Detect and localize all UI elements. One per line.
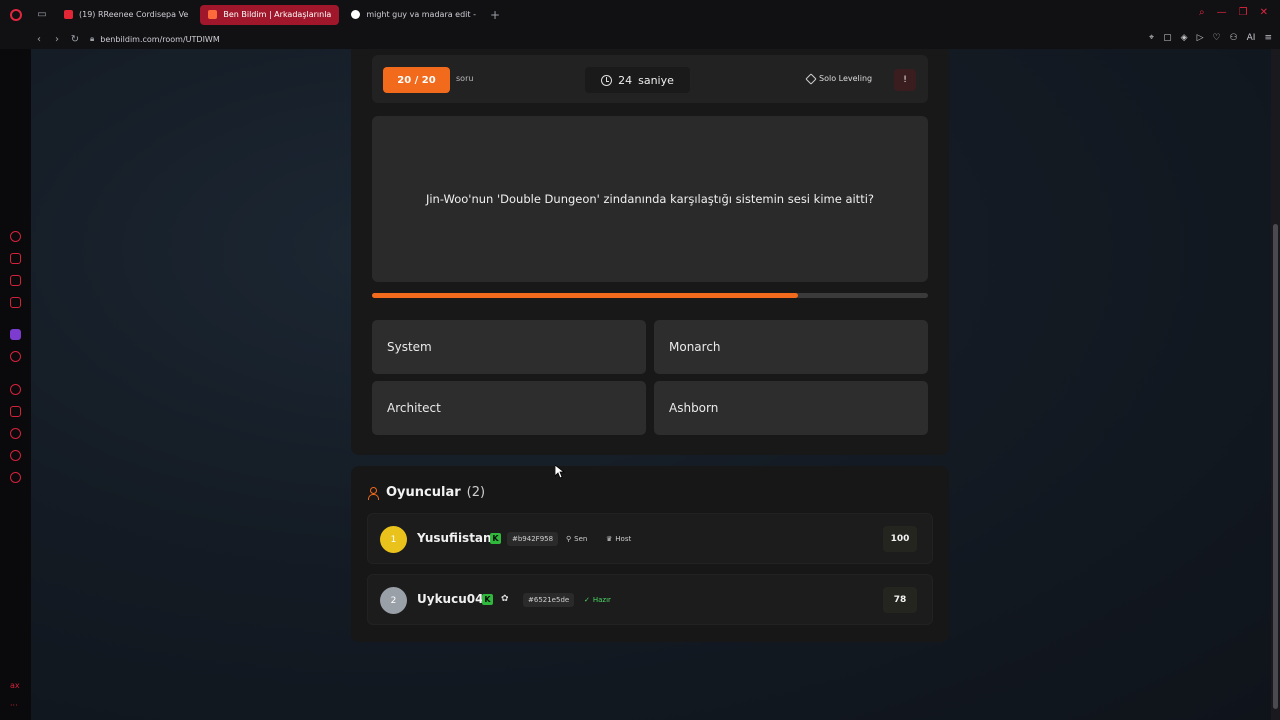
snapshot-icon[interactable]: ▢ [1163, 33, 1172, 43]
answer-option-4[interactable]: Ashborn [654, 381, 928, 435]
messenger-icon[interactable] [10, 275, 21, 286]
ai-button[interactable]: AI [1247, 33, 1256, 43]
tab-label: Ben Bildim | Arkadaşlarınla [223, 10, 332, 19]
category-text: Solo Leveling [819, 74, 873, 83]
more-icon[interactable]: ··· [10, 701, 21, 712]
history-icon[interactable] [10, 231, 21, 242]
time-progress-fill [372, 293, 798, 298]
back-icon[interactable]: ‹ [30, 34, 48, 45]
address-bar: ‹ › ↻ 🔒︎ benbildim.com/room/UTDIWM ⌖ ▢ ◈… [0, 29, 1280, 49]
settings-icon[interactable] [10, 472, 21, 483]
instagram-icon[interactable] [10, 297, 21, 308]
workspace-icon[interactable]: ▭ [32, 9, 52, 20]
minimize-icon[interactable]: — [1217, 7, 1227, 18]
rank-badge: 2 [380, 587, 407, 614]
ready-tag: ✓ Hazır [584, 593, 611, 607]
tab-google[interactable]: might guy va madara edit - [343, 5, 484, 25]
player-name: Yusufiistan [417, 531, 492, 545]
browser-sidebar: ax ··· [0, 49, 31, 720]
page-scrollbar[interactable] [1271, 49, 1280, 720]
url-field[interactable]: benbildim.com/room/UTDIWM [100, 35, 219, 44]
close-icon[interactable]: ✕ [1260, 7, 1268, 18]
mouse-cursor-icon [555, 465, 565, 479]
players-header: Oyuncular (2) [368, 485, 485, 500]
heart-icon[interactable]: ♡ [1212, 33, 1220, 43]
player-icon[interactable] [10, 384, 21, 395]
game-header: 20 / 20 soru 24 saniye Solo Leveling ! [372, 55, 928, 103]
players-title: Oyuncular [386, 485, 461, 500]
tab-youtube[interactable]: (19) RReenee Cordisepa Ve [56, 5, 196, 25]
player-score: 78 [883, 587, 917, 613]
question-text: Jin-Woo'nun 'Double Dungeon' zindanında … [425, 192, 875, 206]
players-count: (2) [466, 485, 486, 500]
category-label: Solo Leveling [805, 72, 873, 85]
ai-sidebar-icon[interactable]: ax [10, 681, 21, 692]
play-icon[interactable]: ▷ [1197, 33, 1204, 43]
pet-icon: ✿ [501, 594, 509, 604]
tab-label: (19) RReenee Cordisepa Ve [79, 10, 189, 19]
question-box: Jin-Woo'nun 'Double Dungeon' zindanında … [372, 116, 928, 282]
tab-benbildim[interactable]: Ben Bildim | Arkadaşlarınla [200, 4, 340, 25]
pin-sidebar-icon[interactable] [10, 406, 21, 417]
player-id: #6521e5de [523, 593, 575, 607]
window-controls: ⌕ — ❐ ✕ [1199, 7, 1268, 18]
players-panel: Oyuncular (2) 1 Yusufiistan K #b942F958 … [351, 466, 949, 642]
tag-icon [805, 72, 817, 85]
tab-label: might guy va madara edit - [366, 10, 476, 19]
pin-icon[interactable]: ⌖ [1149, 33, 1154, 43]
profile-icon[interactable]: ⚇ [1230, 33, 1238, 43]
answer-option-2[interactable]: Monarch [654, 320, 928, 374]
answer-option-1[interactable]: System [372, 320, 646, 374]
host-label: Host [615, 535, 632, 543]
you-label: Sen [574, 535, 588, 543]
timer-unit: saniye [638, 73, 674, 87]
check-circle-icon: ✓ [584, 596, 590, 604]
menu-icon[interactable]: ≡ [1264, 33, 1272, 43]
google-icon [351, 10, 361, 19]
k-badge-icon: K [490, 533, 501, 544]
player-score: 100 [883, 526, 917, 552]
youtube-icon [64, 10, 73, 19]
ready-label: Hazır [592, 596, 611, 604]
lock-icon: 🔒︎ [90, 34, 95, 43]
extensions-icon[interactable] [10, 450, 21, 461]
answer-option-3[interactable]: Architect [372, 381, 646, 435]
timer: 24 saniye [585, 67, 690, 93]
rank-badge: 1 [380, 526, 407, 553]
player-row: 2 Uykucu04 K ✿ #6521e5de ✓ Hazır 78 [367, 574, 933, 625]
page-content: 20 / 20 soru 24 saniye Solo Leveling ! J… [31, 49, 1271, 720]
warning-icon: ! [903, 75, 907, 85]
scrollbar-thumb[interactable] [1273, 224, 1278, 709]
opera-logo-icon[interactable] [0, 0, 32, 29]
player-row: 1 Yusufiistan K #b942F958 ⚲ Sen ♛ Host 1… [367, 513, 933, 564]
users-icon [368, 486, 380, 500]
clock-icon [601, 74, 613, 86]
question-counter: 20 / 20 [383, 67, 450, 93]
clock-icon[interactable] [10, 428, 21, 439]
host-tag: ♛ Host [606, 532, 631, 546]
restore-icon[interactable]: ❐ [1239, 7, 1248, 18]
question-unit: soru [456, 74, 474, 83]
timer-value: 24 [618, 73, 633, 87]
player-name: Uykucu04 [417, 592, 484, 606]
player-id: #b942F958 [507, 532, 559, 546]
report-button[interactable]: ! [894, 69, 916, 91]
reload-icon[interactable]: ↻ [66, 34, 84, 45]
time-progress-bar [372, 293, 928, 298]
browser-tab-bar: ▭ (19) RReenee Cordisepa Ve Ben Bildim |… [0, 0, 1280, 29]
bag-icon[interactable] [10, 253, 21, 264]
new-tab-button[interactable]: + [490, 8, 500, 22]
forward-icon[interactable]: › [48, 34, 66, 45]
toolbar-icons: ⌖ ▢ ◈ ▷ ♡ ⚇ AI ≡ [1149, 33, 1272, 43]
search-tabs-icon[interactable]: ⌕ [1199, 7, 1205, 18]
discount-icon[interactable] [10, 351, 21, 362]
benbildim-icon [208, 10, 218, 19]
k-badge-icon: K [482, 594, 493, 605]
user-icon: ⚲ [566, 535, 572, 543]
game-panel: 20 / 20 soru 24 saniye Solo Leveling ! J… [351, 49, 949, 455]
you-tag: ⚲ Sen [566, 532, 587, 546]
crown-icon: ♛ [606, 535, 613, 543]
twitch-icon[interactable] [10, 329, 21, 340]
shield-icon[interactable]: ◈ [1181, 33, 1188, 43]
